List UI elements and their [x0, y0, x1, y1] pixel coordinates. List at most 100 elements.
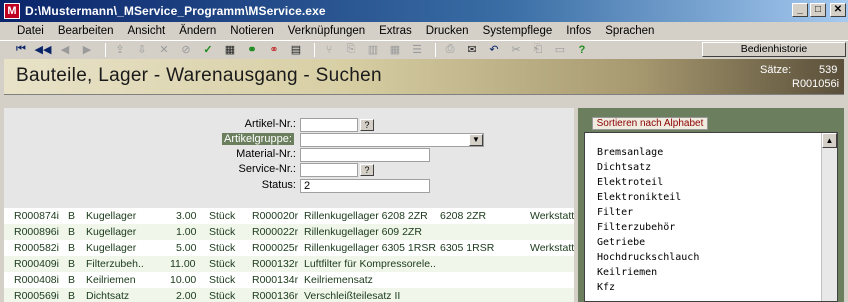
- list-item[interactable]: Filter: [597, 207, 633, 218]
- material-nr-label: Material-Nr.:: [236, 148, 296, 160]
- cell-unit: Stück: [209, 274, 236, 286]
- cell-name: Kugellager: [86, 226, 137, 238]
- service-nr-lookup-button[interactable]: ?: [360, 164, 374, 176]
- artikel-nr-input[interactable]: [300, 118, 358, 132]
- filter-icon[interactable]: ▤: [287, 42, 305, 58]
- save-icon[interactable]: ▦: [221, 42, 239, 58]
- chevron-down-icon[interactable]: ▼: [469, 134, 483, 146]
- toolbar-separator: [314, 42, 315, 57]
- menu-extras[interactable]: Extras: [372, 25, 419, 37]
- list-item[interactable]: Dichtsatz: [597, 162, 651, 173]
- menu-ansicht[interactable]: Ansicht: [120, 25, 172, 37]
- cell-id: R000569i: [14, 290, 59, 302]
- cell-desc: Rillenkugellager 6305 1RSR: [304, 242, 436, 254]
- menu-verknuepfungen[interactable]: Verknüpfungen: [281, 25, 372, 37]
- back-icon[interactable]: ◀: [56, 42, 74, 58]
- export-icon[interactable]: ⇪: [111, 42, 129, 58]
- maximize-button[interactable]: □: [810, 3, 826, 17]
- cell-desc: Keilriemensatz: [304, 274, 373, 286]
- list-icon[interactable]: ☰: [408, 42, 426, 58]
- list-item[interactable]: Kfz: [597, 282, 615, 293]
- cell-loc: Werkstatt: [530, 242, 575, 254]
- cell-name: Kugellager: [86, 242, 137, 254]
- window-title: D:\Mustermann\_MService_Programm\MServic…: [25, 4, 326, 18]
- header-strip: [4, 95, 844, 108]
- menu-notieren[interactable]: Notieren: [223, 25, 280, 37]
- table-row[interactable]: R000409i B Filterzubeh.. 11.00 Stück R00…: [4, 256, 574, 272]
- list-item[interactable]: Getriebe: [597, 237, 645, 248]
- confirm-icon[interactable]: ✓: [199, 42, 217, 58]
- cell-desc: Rillenkugellager 6208 2ZR: [304, 210, 428, 222]
- app-icon: M: [4, 3, 20, 19]
- artikel-nr-lookup-button[interactable]: ?: [360, 119, 374, 131]
- cell-id: R000896i: [14, 226, 59, 238]
- list-item[interactable]: Filterzubehör: [597, 222, 675, 233]
- minimize-button[interactable]: _: [792, 3, 808, 17]
- list-item[interactable]: Keilriemen: [597, 267, 657, 278]
- scissors-icon[interactable]: ✂: [507, 42, 525, 58]
- paste-icon[interactable]: ⎗: [529, 42, 547, 58]
- cell-type: B: [68, 210, 76, 222]
- menu-systempflege[interactable]: Systempflege: [476, 25, 560, 37]
- grid-icon[interactable]: ▦: [386, 42, 404, 58]
- delete-icon[interactable]: ✕: [155, 42, 173, 58]
- forward-icon[interactable]: ▶: [78, 42, 96, 58]
- table-row[interactable]: R000874i B Kugellager 3.00 Stück R000020…: [4, 208, 574, 224]
- sort-alphabet-button[interactable]: Sortieren nach Alphabet: [592, 117, 708, 130]
- cell-id: R000408i: [14, 274, 59, 286]
- list-item[interactable]: Elektronikteil: [597, 192, 681, 203]
- cell-type: B: [68, 258, 76, 270]
- list-scrollbar[interactable]: ▲: [821, 133, 837, 301]
- menu-sprachen[interactable]: Sprachen: [598, 25, 661, 37]
- cell-ref: R000132r: [252, 258, 299, 270]
- clipboard-icon[interactable]: ▭: [551, 42, 569, 58]
- cell-desc: Rillenkugellager 609 2ZR: [304, 226, 422, 238]
- history-button[interactable]: Bedienhistorie: [702, 42, 846, 57]
- undo-delete-icon[interactable]: ⊘: [177, 42, 195, 58]
- cell-name: Dichtsatz: [86, 290, 130, 302]
- copy-icon[interactable]: ⎘: [342, 42, 360, 58]
- print-icon[interactable]: ⎙: [441, 42, 459, 58]
- mail-icon[interactable]: ✉: [463, 42, 481, 58]
- scroll-up-icon[interactable]: ▲: [822, 133, 837, 148]
- status-input[interactable]: 2: [300, 179, 430, 193]
- cell-id: R000582i: [14, 242, 59, 254]
- cell-qty: 1.00: [176, 226, 197, 238]
- cell-qty: 10.00: [170, 274, 197, 286]
- tree-icon[interactable]: ⑂: [320, 42, 338, 58]
- list-item[interactable]: Hochdruckschlauch: [597, 252, 699, 263]
- table-row[interactable]: R000408i B Keilriemen 10.00 Stück R00013…: [4, 272, 574, 288]
- cell-id: R000874i: [14, 210, 59, 222]
- record-count-label: Sätze:: [760, 64, 792, 76]
- cell-qty: 11.00: [170, 258, 196, 270]
- undo-icon[interactable]: ↶: [485, 42, 503, 58]
- menu-infos[interactable]: Infos: [559, 25, 598, 37]
- material-nr-input[interactable]: [300, 148, 430, 162]
- list-item[interactable]: Bremsanlage: [597, 147, 663, 158]
- table-row[interactable]: R000569i B Dichtsatz 2.00 Stück R000136r…: [4, 288, 574, 302]
- service-nr-input[interactable]: [300, 163, 358, 177]
- unlink-icon[interactable]: ⚭: [265, 42, 283, 58]
- first-icon[interactable]: ⏮: [12, 42, 30, 58]
- menu-drucken[interactable]: Drucken: [419, 25, 476, 37]
- prev-icon[interactable]: ◀◀: [34, 42, 52, 58]
- table-icon[interactable]: ▥: [364, 42, 382, 58]
- menu-bearbeiten[interactable]: Bearbeiten: [51, 25, 121, 37]
- help-icon[interactable]: ?: [573, 42, 591, 58]
- list-item[interactable]: Elektroteil: [597, 177, 663, 188]
- link-icon[interactable]: ⚭: [243, 42, 261, 58]
- menu-datei[interactable]: Datei: [10, 25, 51, 37]
- artikelgruppe-label: Artikelgruppe:: [222, 133, 294, 145]
- cell-desc: Verschleißteilesatz II: [304, 290, 401, 302]
- close-button[interactable]: ✕: [830, 3, 846, 17]
- page-title: Bauteile, Lager - Warenausgang - Suchen: [16, 65, 382, 86]
- toolbar-separator: [435, 42, 436, 57]
- artikelgruppe-select[interactable]: [300, 133, 484, 147]
- cell-type: B: [68, 274, 76, 286]
- cell-unit: Stück: [209, 258, 236, 270]
- table-row[interactable]: R000896i B Kugellager 1.00 Stück R000022…: [4, 224, 574, 240]
- import-icon[interactable]: ⇩: [133, 42, 151, 58]
- menu-aendern[interactable]: Ändern: [172, 25, 223, 37]
- cell-desc: Luftfilter für Kompressorele..: [304, 258, 436, 270]
- table-row[interactable]: R000582i B Kugellager 5.00 Stück R000025…: [4, 240, 574, 256]
